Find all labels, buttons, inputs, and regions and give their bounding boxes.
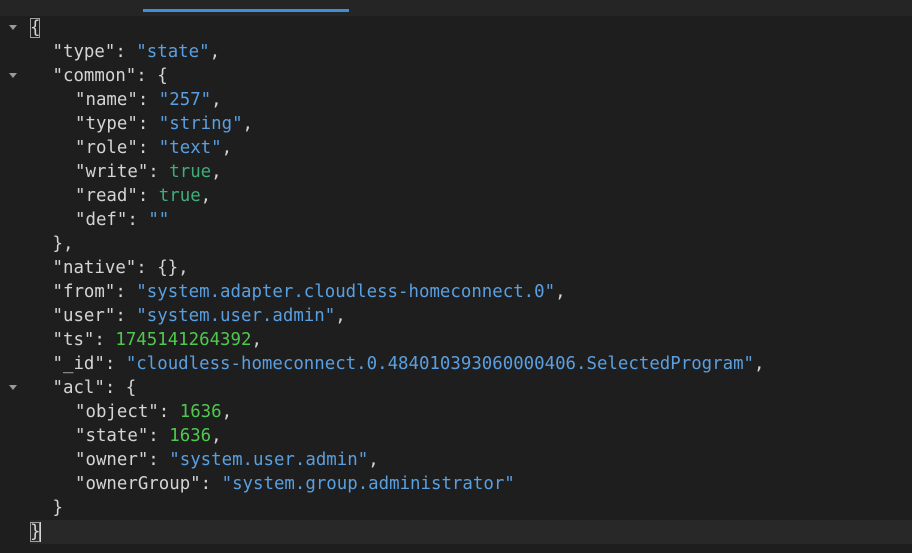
token-punc: : — [127, 210, 149, 230]
code-line[interactable]: "acl": { — [30, 376, 912, 400]
token-num: 1745141264392 — [115, 330, 252, 350]
code-line[interactable]: } — [30, 496, 912, 520]
editor-gutter — [0, 16, 24, 553]
token-punc: , — [209, 42, 221, 62]
token-num: 1636 — [179, 402, 222, 422]
token-punc: } — [52, 498, 63, 518]
code-line[interactable]: "write": true, — [30, 160, 912, 184]
chevron-down-icon[interactable] — [9, 25, 17, 30]
token-key: "type" — [52, 42, 116, 62]
token-bool: true — [158, 186, 201, 206]
code-line[interactable]: "def": "" — [30, 208, 912, 232]
token-key: "name" — [75, 90, 138, 110]
token-punc: : — [137, 186, 159, 206]
token-str: "cloudless-homeconnect.0.484010393060000… — [125, 354, 755, 374]
token-punc: : { — [136, 66, 168, 86]
token-punc: } — [30, 522, 41, 542]
token-str: "system.user.admin" — [169, 450, 369, 470]
code-line[interactable]: "name": "257", — [30, 88, 912, 112]
token-str: "system.user.admin" — [136, 306, 336, 326]
token-punc: , — [251, 330, 262, 350]
token-punc: , — [211, 90, 222, 110]
token-punc: , — [211, 162, 222, 182]
token-punc: : — [137, 90, 159, 110]
code-line[interactable]: "_id": "cloudless-homeconnect.0.48401039… — [30, 352, 912, 376]
token-key: "ts" — [52, 330, 95, 350]
token-punc: : — [200, 474, 222, 494]
code-line[interactable]: "user": "system.user.admin", — [30, 304, 912, 328]
token-key: "acl" — [52, 378, 105, 398]
token-key: "object" — [75, 402, 159, 422]
token-key: "native" — [52, 258, 137, 278]
token-key: "user" — [52, 306, 116, 326]
token-punc: , — [211, 426, 222, 446]
token-str: "state" — [136, 42, 210, 62]
token-key: "write" — [75, 162, 149, 182]
token-punc: : — [115, 42, 137, 62]
token-punc: , — [555, 282, 566, 302]
token-punc: { — [30, 18, 41, 38]
code-line[interactable]: "ts": 1745141264392, — [30, 328, 912, 352]
code-line[interactable]: "native": {}, — [30, 256, 912, 280]
token-key: "read" — [75, 186, 138, 206]
token-punc: : — [148, 162, 170, 182]
code-line[interactable]: "object": 1636, — [30, 400, 912, 424]
code-line[interactable]: }, — [30, 232, 912, 256]
token-punc: , — [335, 306, 346, 326]
chevron-down-icon[interactable] — [9, 73, 17, 78]
token-punc: , — [242, 114, 254, 134]
active-tab-indicator[interactable] — [143, 9, 349, 12]
token-punc: : — [94, 330, 116, 350]
code-line[interactable]: "common": { — [30, 64, 912, 88]
token-punc: : { — [104, 378, 137, 398]
token-str: "text" — [158, 138, 222, 158]
code-line[interactable]: "from": "system.adapter.cloudless-homeco… — [30, 280, 912, 304]
json-code-editor[interactable]: {"type": "state", "common": {"name": "257… — [0, 16, 912, 553]
token-punc: : — [137, 114, 159, 134]
code-line[interactable]: "state": 1636, — [30, 424, 912, 448]
token-punc: , — [221, 402, 233, 422]
editor-tab-strip — [0, 0, 912, 16]
code-line[interactable]: "ownerGroup": "system.group.administrato… — [30, 472, 912, 496]
code-line[interactable]: { — [30, 16, 912, 40]
token-str: "257" — [158, 90, 212, 110]
token-punc: : — [148, 450, 170, 470]
token-key: "type" — [75, 114, 138, 134]
token-punc: }, — [52, 234, 74, 254]
token-punc: : — [158, 402, 180, 422]
code-line[interactable]: "read": true, — [30, 184, 912, 208]
token-num: 1636 — [169, 426, 212, 446]
token-punc: : — [148, 426, 170, 446]
token-punc: : — [137, 138, 159, 158]
code-line[interactable]: "type": "state", — [30, 40, 912, 64]
code-line[interactable]: "role": "text", — [30, 136, 912, 160]
token-key: "ownerGroup" — [75, 474, 201, 494]
token-punc: , — [754, 354, 765, 374]
token-punc: , — [221, 138, 233, 158]
token-key: "common" — [52, 66, 137, 86]
token-punc: , — [368, 450, 379, 470]
code-area[interactable]: {"type": "state", "common": {"name": "257… — [0, 16, 912, 544]
token-str: "string" — [158, 114, 243, 134]
code-line[interactable]: "type": "string", — [30, 112, 912, 136]
chevron-down-icon[interactable] — [9, 385, 17, 390]
token-key: "from" — [52, 282, 116, 302]
token-key: "role" — [75, 138, 138, 158]
token-key: "_id" — [52, 354, 105, 374]
token-str: "system.group.administrator" — [221, 474, 515, 494]
code-line[interactable]: "owner": "system.user.admin", — [30, 448, 912, 472]
token-punc: : {}, — [136, 258, 189, 278]
token-key: "state" — [75, 426, 149, 446]
token-punc: : — [115, 282, 137, 302]
token-str: "system.adapter.cloudless-homeconnect.0" — [136, 282, 556, 302]
token-key: "def" — [75, 210, 128, 230]
token-key: "owner" — [75, 450, 149, 470]
token-bool: true — [169, 162, 212, 182]
text-cursor — [40, 522, 42, 542]
token-punc: , — [200, 186, 212, 206]
token-punc: : — [115, 306, 137, 326]
token-punc: : — [104, 354, 126, 374]
code-line[interactable]: } — [0, 520, 912, 544]
token-str: "" — [148, 210, 170, 230]
